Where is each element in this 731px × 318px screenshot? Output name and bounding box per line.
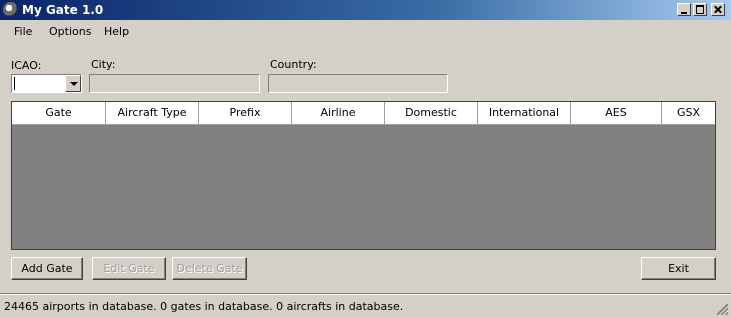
country-field[interactable] — [268, 74, 448, 93]
city-field[interactable] — [89, 74, 260, 93]
country-input[interactable] — [269, 75, 447, 92]
app-icon — [3, 2, 18, 17]
column-header-gate[interactable]: Gate — [12, 102, 106, 124]
column-header-aes[interactable]: AES — [571, 102, 662, 124]
column-header-prefix[interactable]: Prefix — [199, 102, 292, 124]
exit-button[interactable]: Exit — [641, 257, 716, 280]
edit-gate-button[interactable]: Edit Gate — [92, 257, 166, 280]
menu-help[interactable]: Help — [104, 25, 129, 38]
table-header: Gate Aircraft Type Prefix Airline Domest… — [12, 102, 715, 125]
text-caret — [14, 77, 15, 90]
menu-options[interactable]: Options — [49, 25, 91, 38]
icao-combobox[interactable] — [11, 74, 82, 93]
menu-bar: File Options Help — [0, 20, 731, 42]
chevron-down-icon[interactable] — [65, 75, 81, 92]
column-header-airline[interactable]: Airline — [292, 102, 385, 124]
country-label: Country: — [270, 58, 317, 71]
icao-input[interactable] — [12, 75, 64, 92]
column-header-aircraft-type[interactable]: Aircraft Type — [106, 102, 199, 124]
status-bar: 24465 airports in database. 0 gates in d… — [0, 294, 731, 318]
minimize-button[interactable] — [677, 3, 691, 16]
column-header-international[interactable]: International — [478, 102, 571, 124]
column-header-domestic[interactable]: Domestic — [385, 102, 478, 124]
city-label: City: — [91, 58, 116, 71]
title-bar: My Gate 1.0 — [0, 0, 731, 20]
maximize-button[interactable] — [693, 3, 707, 16]
icao-label: ICAO: — [11, 59, 42, 72]
close-button[interactable] — [711, 3, 725, 16]
delete-gate-button[interactable]: Delete Gate — [172, 257, 247, 280]
status-text: 24465 airports in database. 0 gates in d… — [4, 300, 404, 313]
add-gate-button[interactable]: Add Gate — [11, 257, 83, 280]
window-title: My Gate 1.0 — [22, 3, 104, 17]
column-header-gsx[interactable]: GSX — [662, 102, 715, 124]
menu-file[interactable]: File — [14, 25, 32, 38]
gates-table[interactable]: Gate Aircraft Type Prefix Airline Domest… — [11, 101, 716, 250]
resize-grip-icon[interactable] — [717, 304, 728, 315]
city-input[interactable] — [90, 75, 259, 92]
